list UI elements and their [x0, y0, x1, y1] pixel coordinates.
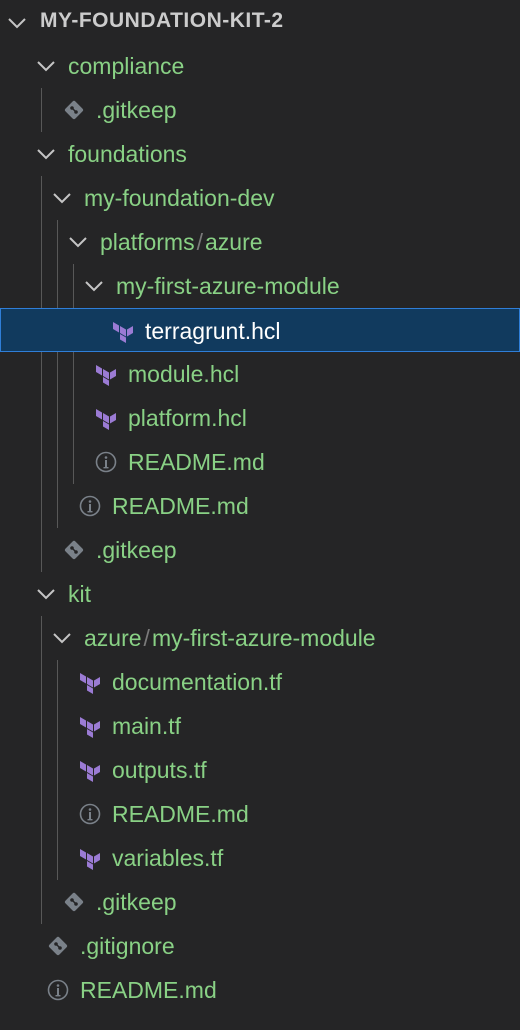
git-icon [48, 936, 68, 956]
tree-item-name: variables.tf [112, 845, 224, 871]
terraform-icon [96, 409, 116, 430]
tree-item-name: compliance [68, 53, 185, 79]
terraform-icon [80, 849, 100, 870]
tree-item-name: .gitkeep [96, 97, 177, 123]
chevron-down-icon [37, 149, 55, 160]
info-icon [79, 803, 101, 825]
tree-folder-item[interactable]: azure/my-first-azure-module [0, 616, 520, 660]
tree-file-item[interactable]: README.md [0, 440, 520, 484]
tree-item-label: variables.tf [112, 845, 223, 871]
tree-item-name-compact: my-first-azure-module [151, 625, 376, 651]
chevron-down-icon [37, 589, 55, 600]
tree-item-label: my-first-azure-module [116, 273, 340, 299]
tree-file-item[interactable]: .gitkeep [0, 528, 520, 572]
git-icon [64, 100, 84, 120]
tree-item-name: my-foundation-dev [84, 185, 275, 211]
tree-file-item[interactable]: outputs.tf [0, 748, 520, 792]
chevron-down-icon [53, 193, 71, 204]
path-separator: / [143, 625, 150, 651]
terraform-icon [80, 761, 100, 782]
tree-item-name: .gitkeep [96, 537, 177, 563]
tree-item-name-compact: azure [204, 229, 263, 255]
explorer-root-title: MY-FOUNDATION-KIT-2 [40, 9, 284, 32]
tree-file-item[interactable]: terragrunt.hcl [0, 308, 520, 352]
tree-file-item[interactable]: .gitkeep [0, 88, 520, 132]
tree-item-label: my-foundation-dev [84, 185, 275, 211]
path-separator: / [196, 229, 203, 255]
tree-item-label: kit [68, 581, 91, 607]
tree-item-label: outputs.tf [112, 757, 207, 783]
tree-item-label: foundations [68, 141, 187, 167]
tree-item-name: README.md [80, 977, 217, 1003]
terraform-icon [113, 322, 133, 343]
tree-folder-item[interactable]: compliance [0, 44, 520, 88]
tree-file-item[interactable]: main.tf [0, 704, 520, 748]
info-icon [47, 979, 69, 1001]
tree-file-item[interactable]: README.md [0, 968, 520, 1012]
tree-item-label: compliance [68, 53, 184, 79]
tree-file-item[interactable]: README.md [0, 484, 520, 528]
tree-item-label: documentation.tf [112, 669, 282, 695]
tree-item-name: outputs.tf [112, 757, 207, 783]
tree-item-label: main.tf [112, 713, 181, 739]
tree-item-label: platforms/azure [100, 229, 263, 255]
tree-item-name: main.tf [112, 713, 182, 739]
tree-item-label: README.md [80, 977, 217, 1003]
tree-folder-item[interactable]: platforms/azure [0, 220, 520, 264]
tree-file-item[interactable]: .gitkeep [0, 880, 520, 924]
tree-file-item[interactable]: platform.hcl [0, 396, 520, 440]
terraform-icon [80, 717, 100, 738]
tree-file-item[interactable]: documentation.tf [0, 660, 520, 704]
tree-item-label: module.hcl [128, 361, 239, 387]
terraform-icon [80, 673, 100, 694]
chevron-down-icon [85, 281, 103, 292]
tree-item-name: module.hcl [128, 361, 240, 387]
tree-item-label: platform.hcl [128, 405, 247, 431]
chevron-down-icon [53, 633, 71, 644]
chevron-down-icon [8, 18, 26, 29]
tree-item-name: README.md [112, 801, 249, 827]
tree-item-name: .gitkeep [96, 889, 177, 915]
info-icon [79, 495, 101, 517]
chevron-down-icon [37, 61, 55, 72]
tree-file-item[interactable]: README.md [0, 792, 520, 836]
tree-item-label: .gitignore [80, 933, 175, 959]
terraform-icon [96, 365, 116, 386]
tree-folder-item[interactable]: my-first-azure-module [0, 264, 520, 308]
git-icon [64, 892, 84, 912]
tree-file-item[interactable]: variables.tf [0, 836, 520, 880]
tree-file-item[interactable]: .gitignore [0, 924, 520, 968]
tree-item-name: foundations [68, 141, 187, 167]
tree-file-item[interactable]: module.hcl [0, 352, 520, 396]
tree-item-name: .gitignore [80, 933, 175, 959]
info-icon [95, 451, 117, 473]
tree-item-name: README.md [128, 449, 265, 475]
tree-item-name: platform.hcl [128, 405, 247, 431]
tree-folder-item[interactable]: kit [0, 572, 520, 616]
tree-item-label: terragrunt.hcl [145, 318, 281, 344]
tree-folder-item[interactable]: my-foundation-dev [0, 176, 520, 220]
tree-folder-item[interactable]: foundations [0, 132, 520, 176]
explorer-root-header[interactable]: MY-FOUNDATION-KIT-2 [0, 0, 520, 44]
tree-item-label: .gitkeep [96, 97, 177, 123]
tree-item-name: terragrunt.hcl [145, 318, 281, 344]
tree-item-label: azure/my-first-azure-module [84, 625, 376, 651]
tree-item-name: platforms [100, 229, 195, 255]
chevron-down-icon [69, 237, 87, 248]
tree-item-name: documentation.tf [112, 669, 283, 695]
tree-item-name: README.md [112, 493, 249, 519]
tree-item-label: README.md [112, 801, 249, 827]
tree-item-name: azure [84, 625, 142, 651]
tree-item-label: .gitkeep [96, 889, 177, 915]
git-icon [64, 540, 84, 560]
tree-item-label: README.md [112, 493, 249, 519]
tree-item-name: kit [68, 581, 91, 607]
tree-item-name: my-first-azure-module [116, 273, 340, 299]
tree-item-label: .gitkeep [96, 537, 177, 563]
tree-item-label: README.md [128, 449, 265, 475]
file-explorer-tree: MY-FOUNDATION-KIT-2 compliance .gitkeep fo… [0, 0, 520, 1030]
